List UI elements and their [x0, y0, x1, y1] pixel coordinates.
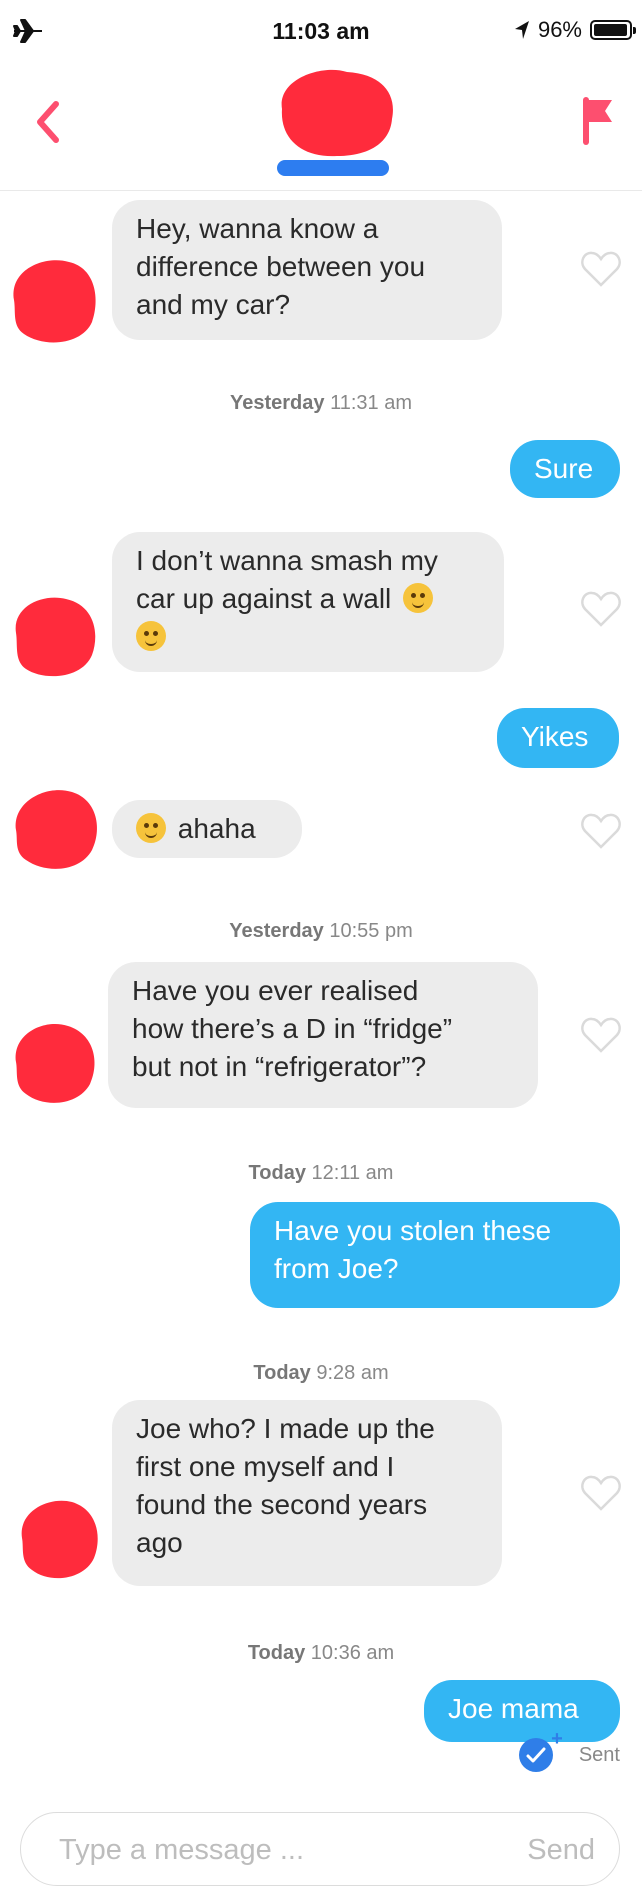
message-composer[interactable]: Type a message ... Send — [20, 1812, 620, 1886]
plus-icon: + — [551, 1728, 563, 1750]
incoming-message: ahaha — [112, 800, 302, 858]
message-line: Joe who? I made up the — [136, 1413, 435, 1444]
sent-label: Sent — [578, 1743, 620, 1766]
timestamp-day: Yesterday — [230, 392, 325, 414]
timestamp-day: Today — [253, 1362, 311, 1384]
status-right: 96% — [514, 17, 636, 43]
redacted-profile-avatar[interactable] — [262, 64, 402, 189]
timestamp-time: 10:36 am — [310, 1642, 395, 1664]
message-text: ahaha — [177, 813, 256, 844]
incoming-message: Joe who? I made up the first one myself … — [112, 1400, 502, 1586]
redacted-sender-avatar[interactable] — [4, 250, 104, 350]
outgoing-message: Yikes — [497, 708, 619, 768]
crying-face-emoji — [136, 813, 166, 843]
message-line: car up against a wall — [136, 583, 392, 614]
delivery-status: + Sent — [518, 1728, 620, 1772]
like-heart-icon[interactable] — [580, 1016, 622, 1054]
message-input[interactable]: Type a message ... — [59, 1834, 304, 1867]
outgoing-message: Have you stolen these from Joe? — [250, 1202, 620, 1308]
message-line: difference between you — [136, 251, 426, 282]
like-heart-icon[interactable] — [580, 812, 622, 850]
message-line: how there’s a D in “fridge” — [132, 1013, 453, 1044]
timestamp: Today 10:36 am — [0, 1642, 642, 1665]
timestamp-time: 11:31 am — [330, 392, 412, 414]
like-heart-icon[interactable] — [580, 590, 622, 628]
location-arrow-icon — [514, 21, 529, 39]
message-line: Have you ever realised — [132, 975, 419, 1006]
message-line: found the second years — [136, 1489, 428, 1520]
back-chevron-icon[interactable] — [28, 92, 68, 152]
incoming-message: Hey, wanna know a difference between you… — [112, 200, 502, 340]
chat-header — [0, 64, 642, 191]
message-line: Hey, wanna know a — [136, 213, 379, 244]
timestamp-time: 10:55 pm — [329, 920, 413, 942]
redacted-sender-avatar[interactable] — [6, 778, 106, 878]
message-text: Joe mama — [448, 1693, 579, 1724]
battery-percentage: 96% — [537, 17, 582, 42]
timestamp: Today 12:11 am — [0, 1162, 642, 1185]
timestamp-day: Yesterday — [229, 920, 324, 942]
status-bar: 11:03 am 96% — [0, 0, 642, 64]
message-line: ago — [136, 1527, 183, 1558]
message-line: and my car? — [136, 289, 291, 320]
timestamp-day: Today — [247, 1642, 306, 1664]
message-line: I don’t wanna smash my — [136, 545, 438, 576]
read-check-icon: + — [518, 1728, 563, 1772]
like-heart-icon[interactable] — [580, 250, 622, 288]
smirking-face-emoji — [403, 583, 434, 613]
send-button[interactable]: Send — [527, 1834, 595, 1867]
timestamp: Yesterday 10:55 pm — [0, 920, 642, 943]
message-line: Have you stolen these — [274, 1215, 552, 1246]
incoming-message: I don’t wanna smash my car up against a … — [112, 532, 504, 672]
incoming-message: Have you ever realised how there’s a D i… — [108, 962, 538, 1108]
timestamp-day: Today — [248, 1162, 306, 1184]
report-flag-icon[interactable] — [578, 90, 618, 150]
redacted-sender-avatar[interactable] — [4, 1012, 104, 1112]
like-heart-icon[interactable] — [580, 1474, 622, 1512]
message-line: first one myself and I — [136, 1451, 395, 1482]
outgoing-message: Sure — [510, 440, 620, 498]
timestamp: Today 9:28 am — [0, 1362, 642, 1385]
message-line: from Joe? — [274, 1253, 399, 1284]
message-text: Sure — [534, 453, 594, 484]
redacted-sender-avatar[interactable] — [8, 1488, 108, 1588]
timestamp-time: 9:28 am — [316, 1362, 389, 1384]
message-text: Yikes — [521, 721, 589, 752]
message-line: but not in “refrigerator”? — [132, 1051, 427, 1082]
outgoing-message: Joe mama — [424, 1680, 620, 1742]
timestamp: Yesterday 11:31 am — [0, 392, 642, 415]
battery-icon — [590, 20, 636, 40]
tears-of-joy-emoji — [136, 621, 166, 651]
timestamp-time: 12:11 am — [311, 1162, 394, 1184]
redacted-sender-avatar[interactable] — [4, 585, 104, 685]
